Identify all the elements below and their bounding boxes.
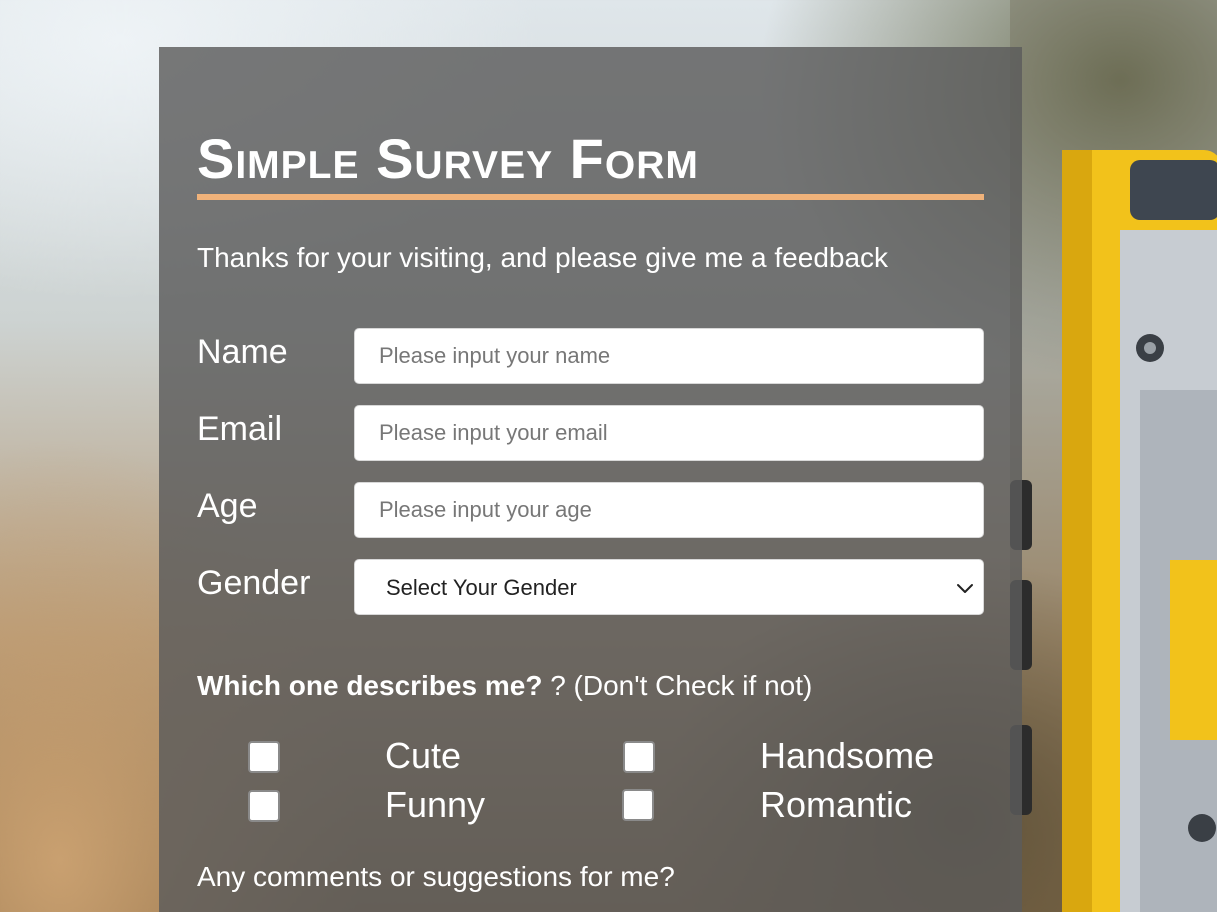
checkbox-handsome[interactable] [623,741,655,773]
question-note-text: ? (Don't Check if not) [542,670,813,701]
name-label: Name [197,333,288,371]
email-label: Email [197,410,283,448]
form-title: Simple Survey Form [197,127,699,190]
form-description: Thanks for your visiting, and please giv… [197,242,889,273]
checkbox-romantic[interactable] [622,789,654,821]
title-underline [197,194,984,200]
checkbox-cute[interactable] [248,741,280,773]
checkbox-label-romantic: Romantic [760,784,913,825]
checkbox-label-handsome: Handsome [760,735,935,776]
describes-me-question: Which one describes me? ? (Don't Check i… [197,669,812,703]
gender-select-value: Select Your Gender [386,575,577,600]
gender-label: Gender [197,564,311,602]
background-device-image [1010,0,1217,912]
checkbox-label-cute: Cute [385,735,462,776]
gender-select[interactable]: Select Your Gender [354,559,984,615]
chevron-down-icon [957,584,973,593]
comments-label: Any comments or suggestions for me? [197,861,675,892]
checkbox-label-funny: Funny [385,784,486,825]
survey-form-card: Simple Survey Form Thanks for your visit… [159,47,1022,912]
age-input[interactable] [354,482,984,538]
name-input[interactable] [354,328,984,384]
question-bold-text: Which one describes me? [197,670,543,701]
age-label: Age [197,487,258,525]
checkbox-funny[interactable] [248,790,280,822]
email-input[interactable] [354,405,984,461]
